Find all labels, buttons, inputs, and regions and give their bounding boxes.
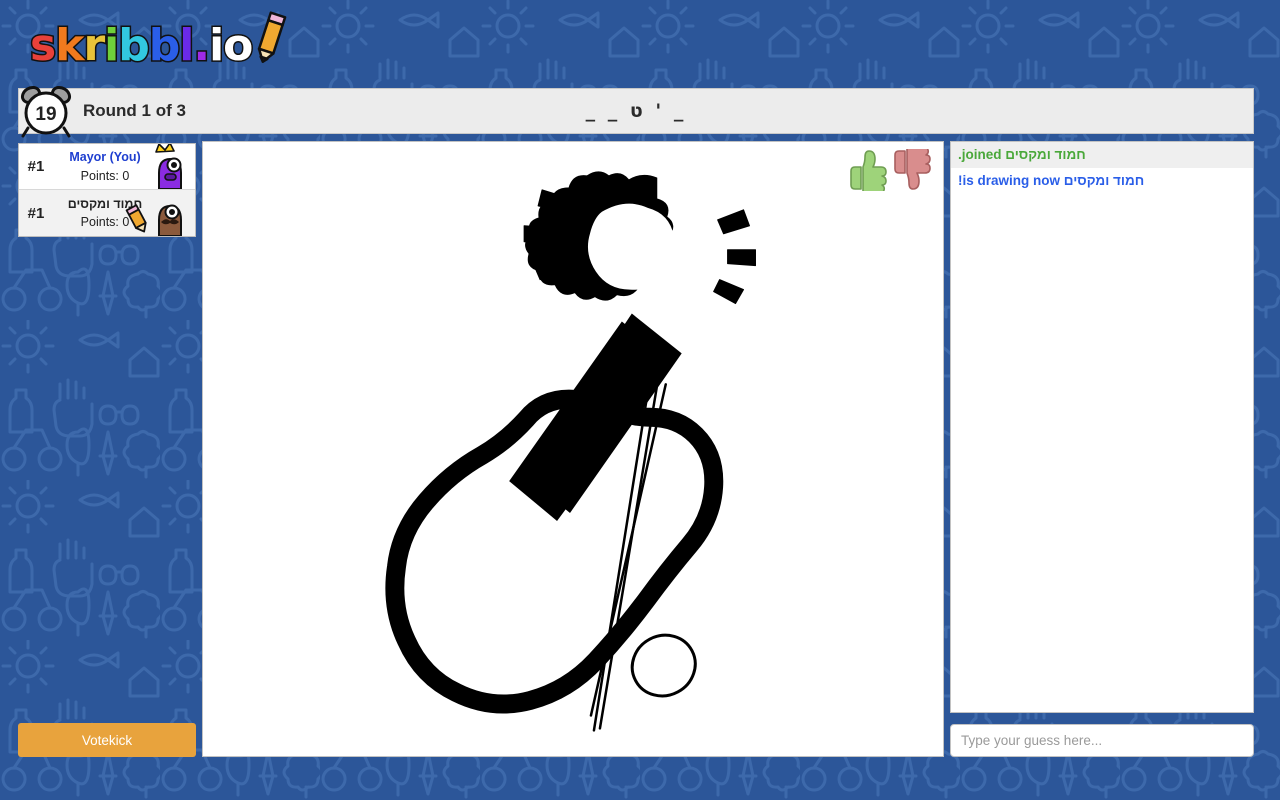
logo-letter: s	[28, 20, 57, 71]
timer-value: 19	[35, 104, 56, 125]
avatar-mayor	[155, 144, 182, 189]
thumbs-up-icon[interactable]	[847, 149, 887, 191]
word-hint: _ _ ט ' _	[585, 100, 687, 122]
alarm-clock-icon: 19	[20, 85, 72, 138]
logo-letter: .	[192, 20, 212, 71]
chat-message: חמוד ומקסים is drawing now!	[958, 172, 1145, 188]
logo-letter: l	[178, 20, 196, 71]
logo-letter: k	[54, 20, 86, 71]
chat-message: חמוד ומקסים joined.	[951, 142, 1253, 168]
player-rank: #1	[27, 158, 45, 175]
chat-panel: חמוד ומקסים joined. חמוד ומקסים is drawi…	[950, 141, 1254, 757]
vote-buttons[interactable]	[847, 148, 931, 192]
thumbs-down-icon[interactable]	[891, 149, 931, 191]
logo-letter: b	[147, 20, 181, 71]
votekick-button[interactable]: Votekick	[18, 723, 196, 757]
player-rank: #1	[27, 204, 45, 222]
top-bar: Round 1 of 3 _ _ ט ' _	[18, 88, 1254, 134]
logo-letter: i	[103, 20, 121, 71]
guess-input[interactable]	[950, 724, 1254, 757]
logo-letter: r	[82, 20, 107, 71]
guitar-drawing	[385, 171, 756, 732]
avatar-hamud	[158, 204, 182, 236]
player-row[interactable]: #1 Mayor (You) Points: 0	[19, 144, 195, 190]
logo-letter: o	[222, 20, 255, 71]
player-points: Points: 0	[80, 168, 130, 183]
logo-letter: i	[208, 20, 226, 71]
player-name: Mayor (You)	[69, 150, 141, 165]
player-list: #1 Mayor (You) Points: 0 #1 חמוד ומקסים …	[18, 143, 196, 237]
pencil-icon	[258, 11, 287, 63]
skribbl-logo: s k r i b b l . i o	[28, 6, 288, 71]
player-row[interactable]: #1 חמוד ומקסים Points: 0	[19, 190, 195, 236]
chat-log[interactable]: חמוד ומקסים joined. חמוד ומקסים is drawi…	[950, 141, 1254, 713]
crown-icon	[155, 144, 175, 153]
player-points: Points: 0	[80, 215, 130, 229]
logo-letter: b	[117, 20, 151, 71]
drawing-canvas[interactable]	[202, 141, 944, 757]
